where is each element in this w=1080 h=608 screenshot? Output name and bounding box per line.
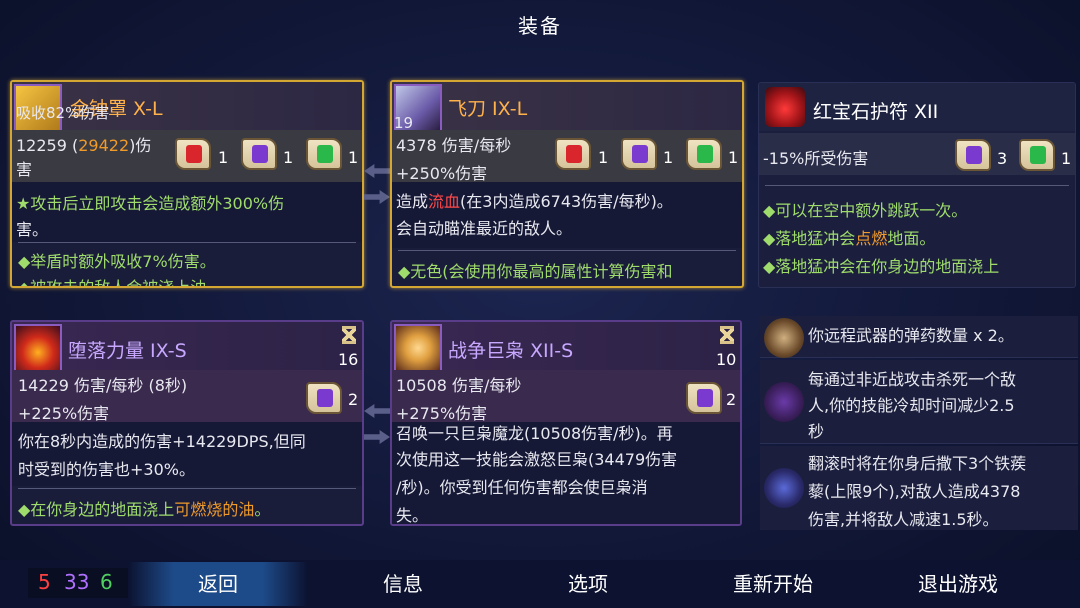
scroll-green-icon xyxy=(1019,139,1055,171)
fallen-power-icon xyxy=(14,324,62,372)
scroll-red-icon xyxy=(555,138,591,170)
war-owl-icon xyxy=(394,324,442,372)
scroll-count: 2 xyxy=(348,390,359,409)
damage-reduction-stat: -15%所受伤害 xyxy=(763,149,869,168)
brutality-stat: 5 xyxy=(38,570,51,594)
damage-bonus: +225%伤害 xyxy=(18,404,110,423)
link-arrow-icon xyxy=(364,164,390,178)
cooldown-hourglass-icon xyxy=(342,326,356,344)
card-header xyxy=(392,82,742,130)
mutation-text: 每通过非近战攻击杀死一个敌 xyxy=(808,370,1017,389)
divider xyxy=(765,185,1069,186)
modifier-line: ◆落地猛冲会点燃地面。 xyxy=(763,229,936,248)
scroll-count: 3 xyxy=(997,149,1008,168)
scroll-purple-icon xyxy=(955,139,991,171)
mutation-ammo[interactable]: 你远程武器的弹药数量 x 2。 xyxy=(760,316,1078,358)
options-button[interactable]: 选项 xyxy=(528,562,648,606)
mutation-text: 你远程武器的弹药数量 x 2。 xyxy=(808,326,1014,345)
skill-card-secondary[interactable]: 战争巨枭 XII-S 10 10508 伤害/每秒 +275%伤害 2 召唤一只… xyxy=(390,320,742,526)
description-line: 时受到的伤害也+30%。 xyxy=(18,460,195,479)
restart-button[interactable]: 重新开始 xyxy=(708,562,838,606)
mutation-text: 秒 xyxy=(808,422,825,441)
description-line: 你在8秒内造成的伤害+14229DPS,但同 xyxy=(18,432,306,451)
damage-highlight: 29422 xyxy=(78,136,130,155)
scroll-red-icon xyxy=(175,138,211,170)
scroll-count: 1 xyxy=(598,148,609,167)
cooldown-mutation-icon xyxy=(764,382,804,422)
item-name: 战争巨枭 XII-S xyxy=(448,340,574,362)
scroll-purple-icon xyxy=(621,138,657,170)
cooldown-hourglass-icon xyxy=(720,326,734,344)
scroll-count: 1 xyxy=(728,148,739,167)
description-line: ★攻击后立即攻击会造成额外300%伤 xyxy=(16,194,285,213)
scroll-count: 2 xyxy=(726,390,737,409)
scroll-purple-icon xyxy=(686,382,722,414)
modifier-line: ◆落地猛冲会在你身边的地面浇上 xyxy=(763,257,1000,276)
back-button[interactable]: 返回 xyxy=(128,562,308,606)
bleed-keyword: 流血 xyxy=(428,192,461,211)
quit-button[interactable]: 退出游戏 xyxy=(893,562,1023,606)
description-line: 会自动瞄准最近的敌人。 xyxy=(396,219,573,238)
modifier-line: ◆无色(会使用你最高的属性计算伤害和 xyxy=(398,262,673,281)
scroll-count: 1 xyxy=(663,148,674,167)
description-line: /秒)。你受到任何伤害都会使巨枭消 xyxy=(396,478,648,497)
ammo-mutation-icon xyxy=(764,318,804,358)
item-name: 红宝石护符 XII xyxy=(813,101,939,123)
absorb-overlay-text: 吸收82%伤害 xyxy=(16,104,110,122)
cooldown-value: 10 xyxy=(716,350,737,369)
page-title: 装备 xyxy=(518,14,562,38)
flammable-oil-keyword: 可燃烧的油 xyxy=(174,500,255,519)
mutation-caltrops[interactable]: 翻滚时将在你身后撒下3个铁蒺 藜(上限9个),对敌人造成4378 伤害,并将敌人… xyxy=(760,446,1078,530)
ignite-keyword: 点燃 xyxy=(855,229,888,248)
damage-stat: 4378 伤害/每秒 xyxy=(396,136,512,155)
description-line: 造成流血(在3内造成6743伤害/每秒)。 xyxy=(396,192,673,211)
damage-stat-wrap: 害 xyxy=(16,160,33,179)
modifier-line: ◆被攻击的敌人会被浇上油 xyxy=(18,278,207,288)
mutation-text: 人,你的技能冷却时间减少2.5 xyxy=(808,396,1015,415)
amulet-card[interactable]: 红宝石护符 XII -15%所受伤害 3 1 ◆可以在空中额外跳跃一次。 ◆落地… xyxy=(758,82,1076,288)
divider xyxy=(398,250,736,251)
description-line: 次使用这一技能会激怒巨枭(34479伤害 xyxy=(396,450,678,469)
scroll-count: 1 xyxy=(348,148,359,167)
link-arrow-icon xyxy=(364,430,390,444)
weapon-card-primary[interactable]: 金钟罩 X-L 吸收82%伤害 12259 (29422)伤 害 1 1 1 ★… xyxy=(10,80,364,288)
tactics-stat: 33 xyxy=(64,570,90,594)
scroll-green-icon xyxy=(686,138,722,170)
damage-stat: 12259 (29422)伤 xyxy=(16,136,152,155)
divider xyxy=(18,242,356,243)
skill-card-primary[interactable]: 堕落力量 IX-S 16 14229 伤害/每秒 (8秒) +225%伤害 2 … xyxy=(10,320,364,526)
mutation-text: 伤害,并将敌人减速1.5秒。 xyxy=(808,510,999,529)
mutation-text: 翻滚时将在你身后撒下3个铁蒺 xyxy=(808,454,1027,473)
link-arrow-icon xyxy=(364,190,390,204)
damage-bonus: +250%伤害 xyxy=(396,164,488,183)
description-line: 失。 xyxy=(396,506,429,525)
caltrops-mutation-icon xyxy=(764,468,804,508)
ruby-amulet-icon xyxy=(765,87,805,127)
modifier-line: ◆可以在空中额外跳跃一次。 xyxy=(763,201,968,220)
survival-stat: 6 xyxy=(100,570,113,594)
modifier-line: ◆举盾时额外吸收7%伤害。 xyxy=(18,252,216,271)
description-line: 害。 xyxy=(16,220,49,239)
scroll-purple-icon xyxy=(306,382,342,414)
weapon-card-secondary[interactable]: 19 飞刀 IX-L 4378 伤害/每秒 +250%伤害 1 1 1 造成流血… xyxy=(390,80,744,288)
scroll-count: 1 xyxy=(283,148,294,167)
scroll-count: 1 xyxy=(1061,149,1072,168)
divider xyxy=(18,488,356,489)
item-name: 堕落力量 IX-S xyxy=(68,340,187,362)
damage-stat: 14229 伤害/每秒 (8秒) xyxy=(18,376,188,395)
scroll-count: 1 xyxy=(218,148,229,167)
mutation-text: 藜(上限9个),对敌人造成4378 xyxy=(808,482,1021,501)
description-line: 召唤一只巨枭魔龙(10508伤害/秒)。再 xyxy=(396,424,673,443)
cooldown-value: 16 xyxy=(338,350,359,369)
modifier-line: ◆在你身边的地面浇上可燃烧的油。 xyxy=(18,500,271,519)
mutation-cooldown[interactable]: 每通过非近战攻击杀死一个敌 人,你的技能冷却时间减少2.5 秒 xyxy=(760,360,1078,444)
damage-stat: 10508 伤害/每秒 xyxy=(396,376,522,395)
scroll-green-icon xyxy=(306,138,342,170)
card-header xyxy=(12,322,362,370)
item-name: 飞刀 IX-L xyxy=(448,98,528,120)
scroll-purple-icon xyxy=(241,138,277,170)
link-arrow-icon xyxy=(364,404,390,418)
info-button[interactable]: 信息 xyxy=(343,562,463,606)
